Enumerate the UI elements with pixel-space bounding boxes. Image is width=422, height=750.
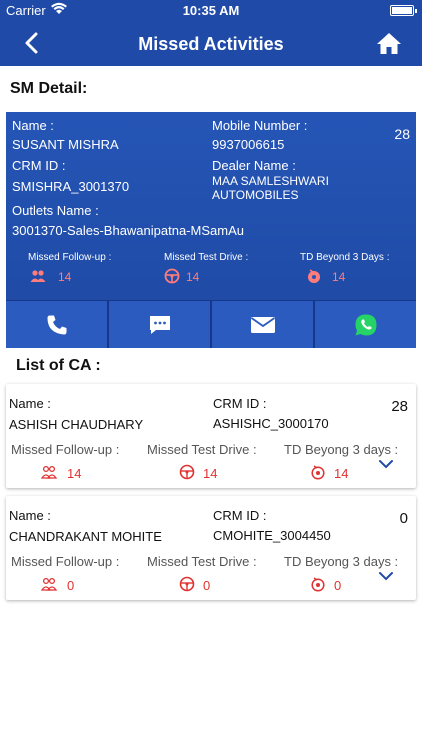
email-icon xyxy=(250,316,275,333)
home-icon[interactable] xyxy=(376,30,402,56)
sm-missed-followup-label: Missed Follow-up : xyxy=(28,252,112,263)
ca-missed-followup-label: Missed Follow-up : xyxy=(11,442,120,457)
followup-icon xyxy=(41,577,57,591)
page-title: Missed Activities xyxy=(138,34,284,54)
sm-mobile: 9937006615 xyxy=(212,137,285,152)
ca-crm: CMOHITE_3004450 xyxy=(213,528,331,543)
ca-crm-label: CRM ID : xyxy=(213,508,267,523)
whatsapp-icon xyxy=(355,314,376,335)
ca-missed-followup-label: Missed Follow-up : xyxy=(11,554,120,569)
ca-crm-label: CRM ID : xyxy=(213,396,267,411)
sm-missed-testdrive-value: 14 xyxy=(186,270,200,284)
sm-dealer-line2: AUTOMOBILES xyxy=(212,188,299,202)
ca-card[interactable]: Name : CHANDRAKANT MOHITE CRM ID : CMOHI… xyxy=(6,496,416,600)
ca-missed-followup-value: 0 xyxy=(67,578,75,593)
chevron-down-icon[interactable] xyxy=(378,458,394,470)
chevron-down-icon[interactable] xyxy=(378,570,394,582)
sm-crm-label: CRM ID : xyxy=(12,158,66,173)
ca-td-beyond-value: 14 xyxy=(334,466,349,481)
sm-name-label: Name : xyxy=(12,118,54,133)
ca-name: CHANDRAKANT MOHITE xyxy=(9,529,162,544)
ca-td-beyond-label: TD Beyong 3 days : xyxy=(284,554,399,569)
sm-detail-card: Name : SUSANT MISHRA Mobile Number : 993… xyxy=(6,112,416,348)
ca-td-beyond-value: 0 xyxy=(334,578,342,593)
followup-icon xyxy=(41,465,57,479)
sm-missed-followup-value: 14 xyxy=(58,270,72,284)
td-icon xyxy=(308,269,320,283)
td-icon xyxy=(311,465,325,480)
whatsapp-button[interactable] xyxy=(315,301,416,348)
sm-name: SUSANT MISHRA xyxy=(12,137,119,152)
steering-wheel-icon xyxy=(164,268,180,284)
sm-td-beyond-label: TD Beyond 3 Days : xyxy=(300,252,390,263)
sm-td-beyond-value: 14 xyxy=(332,270,346,284)
sm-outlets: 3001370-Sales-Bhawanipatna-MSamAu xyxy=(12,223,244,238)
status-bar: Carrier 10:35 AM xyxy=(0,0,422,20)
contact-action-bar xyxy=(6,300,416,348)
battery-icon xyxy=(390,5,417,16)
ca-list-heading: List of CA : xyxy=(16,357,101,374)
sm-dealer-label: Dealer Name : xyxy=(212,158,296,173)
sms-icon xyxy=(149,315,170,334)
ca-card[interactable]: Name : ASHISH CHAUDHARY CRM ID : ASHISHC… xyxy=(6,384,416,488)
sm-mobile-label: Mobile Number : xyxy=(212,118,308,133)
ca-missed-testdrive-label: Missed Test Drive : xyxy=(147,442,257,457)
sm-detail-heading: SM Detail: xyxy=(10,80,88,97)
sm-crm: SMISHRA_3001370 xyxy=(12,179,130,194)
td-icon xyxy=(311,577,325,592)
nav-bar: Missed Activities xyxy=(0,20,422,66)
sm-dealer-line1: MAA SAMLESHWARI xyxy=(212,174,329,188)
steering-wheel-icon xyxy=(179,576,195,592)
call-button[interactable] xyxy=(6,301,109,348)
ca-crm: ASHISHC_3000170 xyxy=(213,416,329,431)
ca-name-label: Name : xyxy=(9,396,51,411)
phone-icon xyxy=(47,315,66,334)
email-button[interactable] xyxy=(212,301,315,348)
ca-missed-testdrive-value: 14 xyxy=(203,466,218,481)
ca-name: ASHISH CHAUDHARY xyxy=(9,417,144,432)
sms-button[interactable] xyxy=(109,301,212,348)
ca-missed-testdrive-value: 0 xyxy=(203,578,211,593)
ca-missed-testdrive-label: Missed Test Drive : xyxy=(147,554,257,569)
followup-icon xyxy=(30,270,46,282)
sm-missed-testdrive-label: Missed Test Drive : xyxy=(164,252,249,263)
sm-count: 28 xyxy=(394,126,410,142)
ca-td-beyond-label: TD Beyong 3 days : xyxy=(284,442,399,457)
ca-name-label: Name : xyxy=(9,508,51,523)
steering-wheel-icon xyxy=(179,464,195,480)
ca-missed-followup-value: 14 xyxy=(67,466,82,481)
sm-outlets-label: Outlets Name : xyxy=(12,203,99,218)
ca-count: 28 xyxy=(391,398,408,415)
status-time: 10:35 AM xyxy=(182,3,240,18)
ca-count: 0 xyxy=(399,510,408,527)
